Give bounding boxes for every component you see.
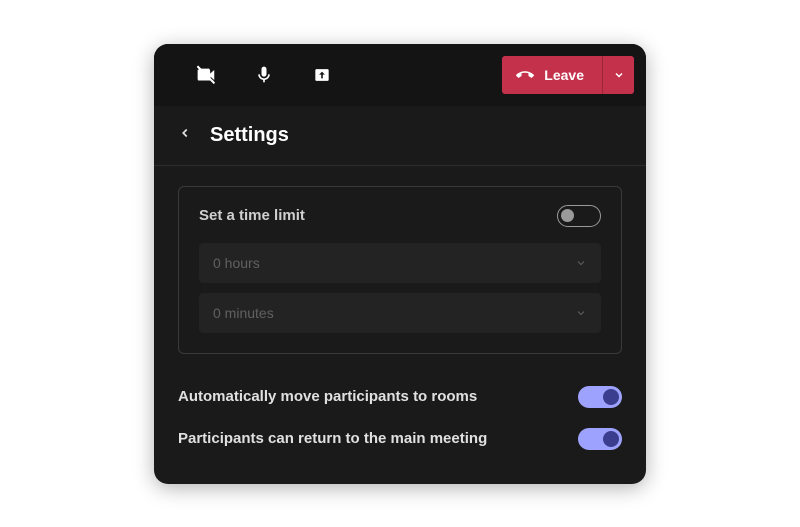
- time-limit-header: Set a time limit: [199, 205, 601, 227]
- leave-label: Leave: [544, 67, 584, 83]
- panel-title: Settings: [210, 124, 289, 147]
- chevron-left-icon: [178, 126, 192, 140]
- time-limit-card: Set a time limit 0 hours 0 minutes: [178, 186, 622, 354]
- leave-options-button[interactable]: [602, 56, 634, 94]
- hours-dropdown[interactable]: 0 hours: [199, 243, 601, 283]
- microphone-icon[interactable]: [252, 63, 276, 87]
- leave-button-group: Leave: [502, 56, 634, 94]
- time-limit-title: Set a time limit: [199, 207, 305, 224]
- return-main-toggle[interactable]: [578, 428, 622, 450]
- settings-window: Leave Settings Set a time limit 0 hour: [154, 44, 646, 484]
- time-limit-toggle[interactable]: [557, 205, 601, 227]
- chevron-down-icon: [575, 257, 587, 269]
- back-button[interactable]: [178, 126, 192, 145]
- meeting-toolbar: Leave: [154, 44, 646, 106]
- auto-move-label: Automatically move participants to rooms: [178, 388, 477, 405]
- toolbar-icons: [194, 63, 334, 87]
- return-main-label: Participants can return to the main meet…: [178, 430, 487, 447]
- minutes-value: 0 minutes: [213, 305, 274, 321]
- panel-header: Settings: [154, 106, 646, 166]
- auto-move-toggle[interactable]: [578, 386, 622, 408]
- leave-button[interactable]: Leave: [502, 56, 602, 94]
- return-main-row: Participants can return to the main meet…: [178, 418, 622, 460]
- share-screen-icon[interactable]: [310, 63, 334, 87]
- hours-value: 0 hours: [213, 255, 260, 271]
- minutes-dropdown[interactable]: 0 minutes: [199, 293, 601, 333]
- auto-move-row: Automatically move participants to rooms: [178, 376, 622, 418]
- chevron-down-icon: [613, 69, 625, 81]
- camera-off-icon[interactable]: [194, 63, 218, 87]
- chevron-down-icon: [575, 307, 587, 319]
- hangup-icon: [516, 66, 534, 84]
- panel-body: Set a time limit 0 hours 0 minutes Autom…: [154, 166, 646, 484]
